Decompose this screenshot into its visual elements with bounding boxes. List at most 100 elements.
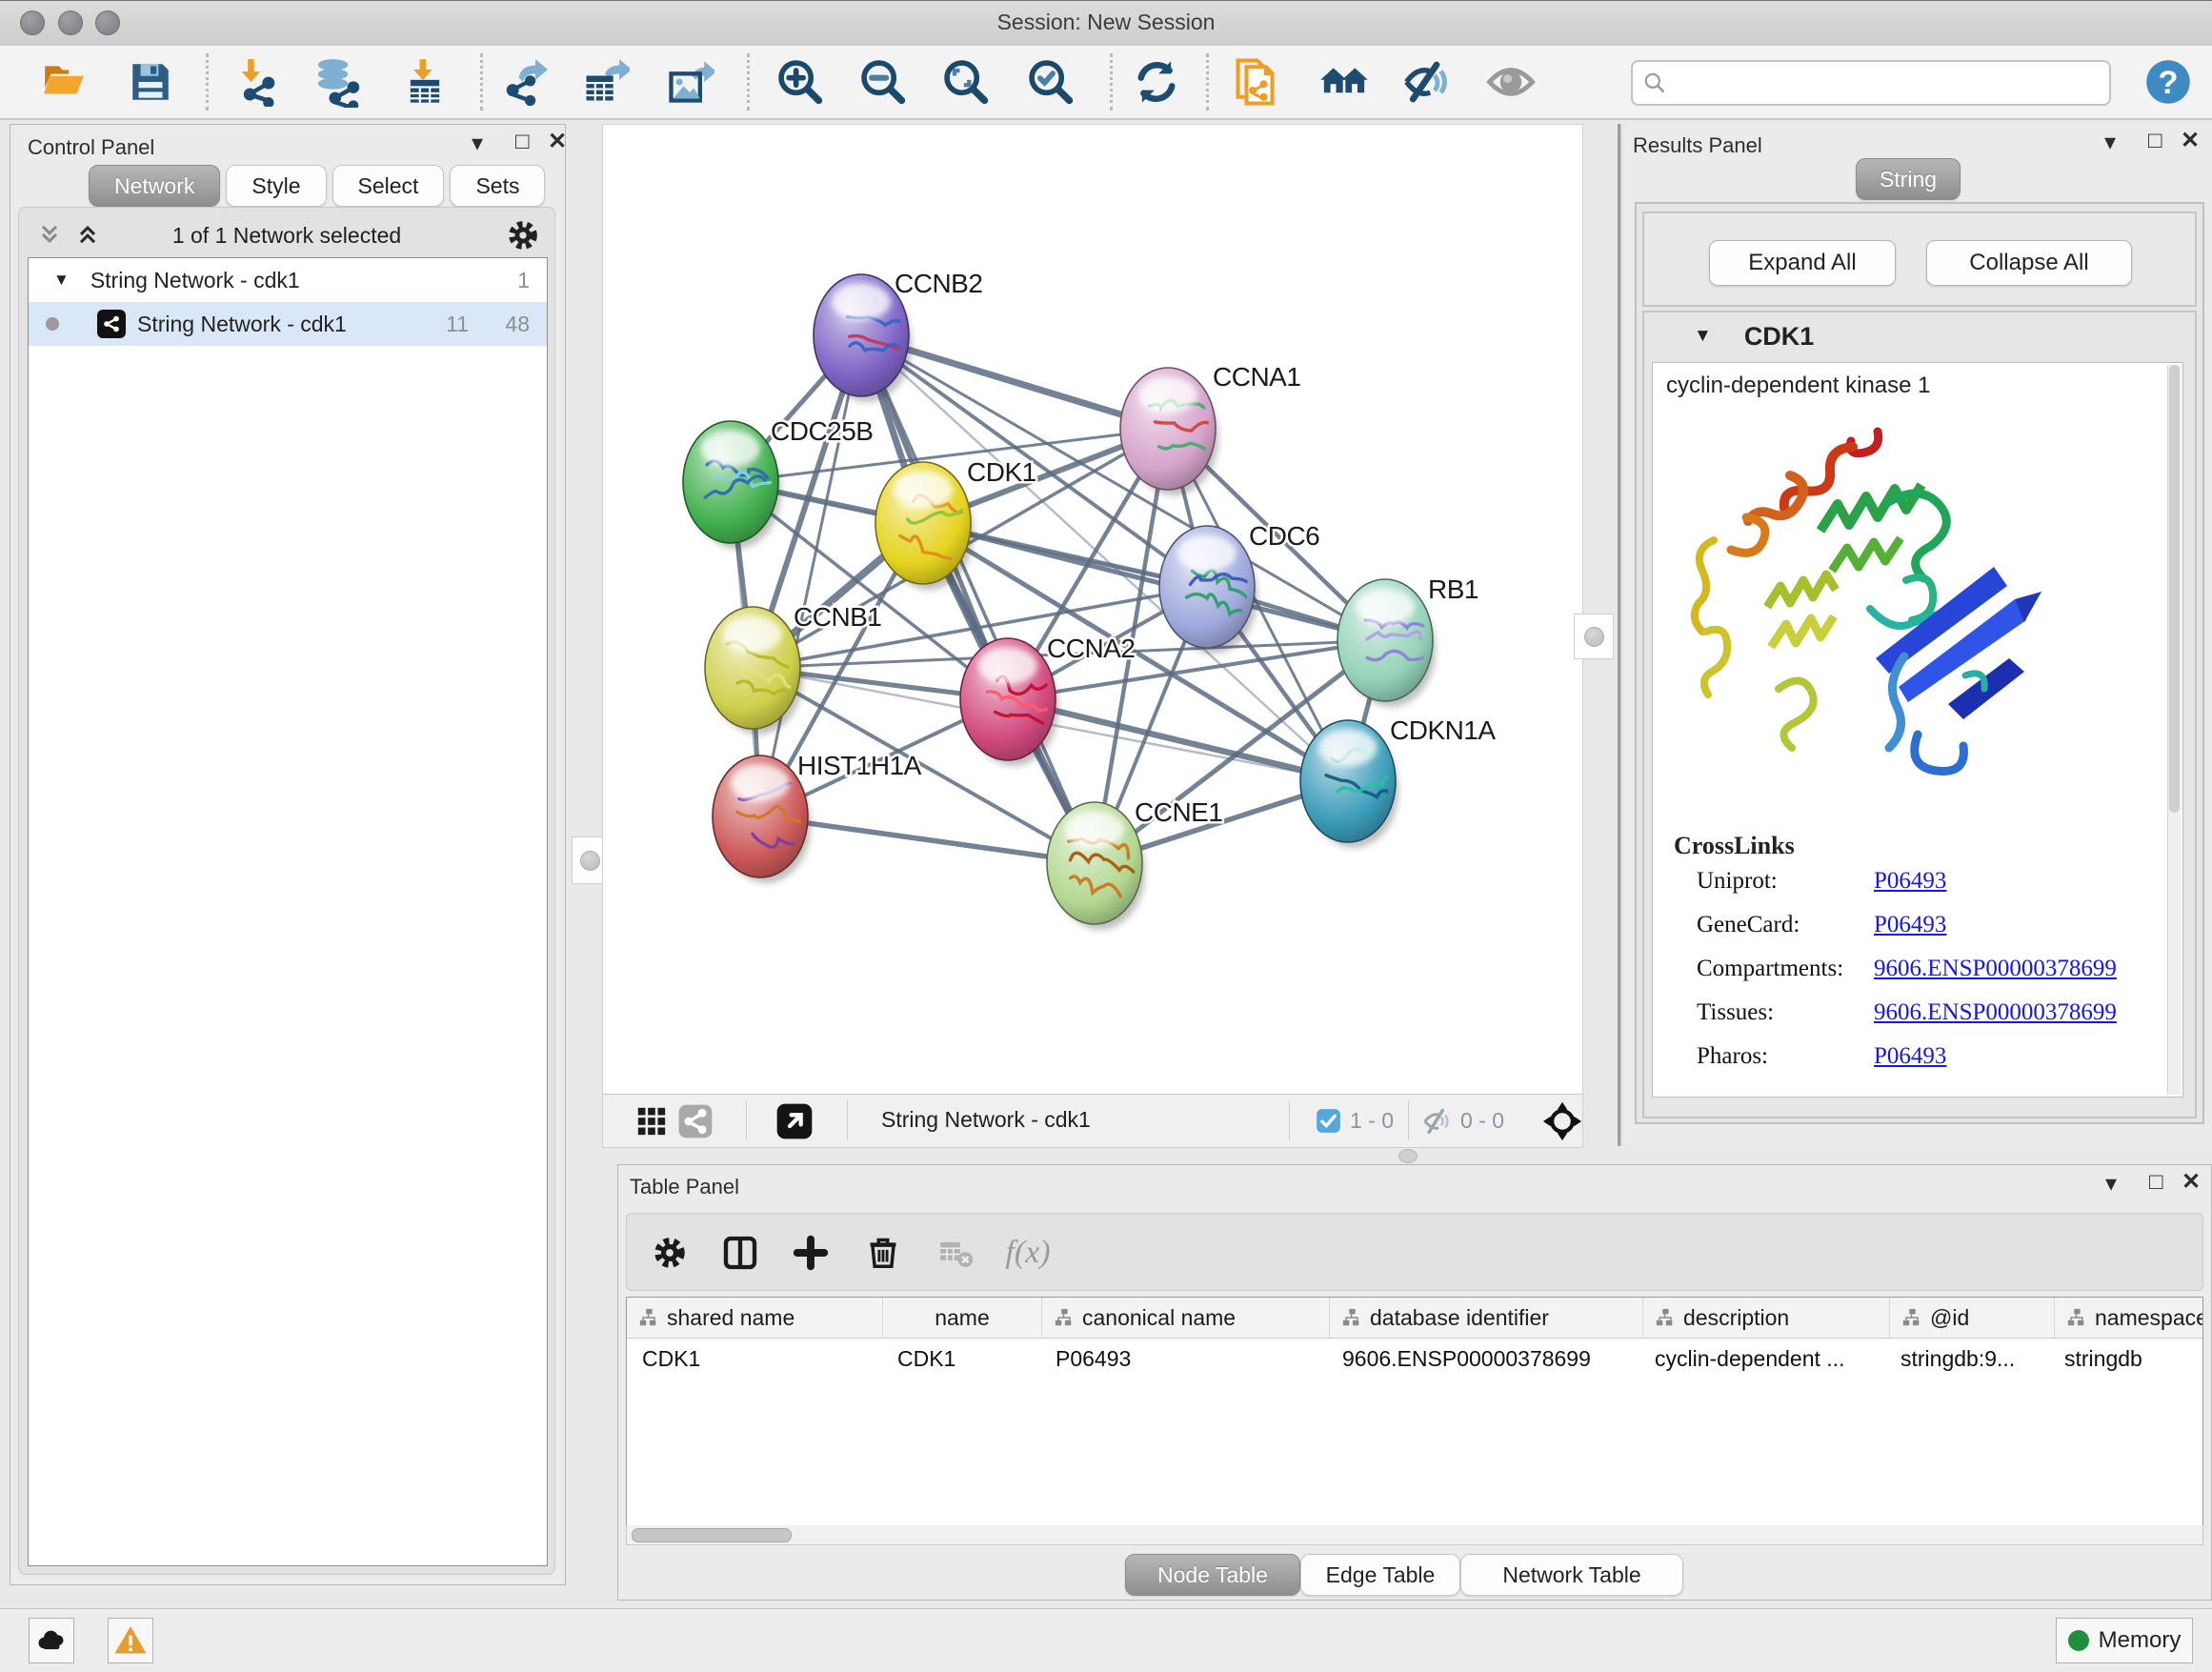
search-input[interactable]	[1667, 65, 2109, 101]
import-network-database-icon[interactable]	[311, 55, 364, 109]
tab-style[interactable]: Style	[226, 165, 326, 207]
table-cell[interactable]: stringdb	[2049, 1346, 2203, 1372]
right-splitter-handle[interactable]	[1574, 614, 1614, 659]
table-cell[interactable]: 9606.ENSP00000378699	[1327, 1346, 1639, 1372]
zoom-out-icon[interactable]	[856, 55, 910, 109]
network-edge-CCNB2-HIST1H1A[interactable]	[760, 335, 861, 816]
gene-section: ▼ CDK1 cyclin-dependent kinase 1	[1642, 311, 2197, 1118]
hide-selected-icon[interactable]	[1401, 55, 1455, 109]
network-edge-CCNB2-CCNE1[interactable]	[861, 335, 1095, 863]
function-builder-icon[interactable]: f(x)	[1006, 1231, 1050, 1275]
crosslink-link[interactable]: 9606.ENSP00000378699	[1874, 999, 2117, 1026]
network-node-CCNE1[interactable]	[1047, 802, 1145, 930]
panel-float-icon[interactable]: □	[2148, 130, 2162, 152]
hidden-eye-icon[interactable]	[1418, 1101, 1458, 1141]
selected-checkbox-icon[interactable]	[1316, 1108, 1341, 1138]
help-icon[interactable]: ?	[2142, 55, 2195, 109]
network-node-CDKN1A[interactable]	[1300, 720, 1398, 848]
table-toolbar: f(x)	[626, 1213, 2203, 1291]
column-header-shared-name[interactable]: shared name	[627, 1298, 883, 1338]
gene-section-header[interactable]: ▼ CDK1	[1644, 312, 2195, 360]
expand-collapse-bar: Expand All Collapse All	[1642, 212, 2197, 307]
crosslink-link[interactable]: P06493	[1874, 912, 1946, 938]
column-header--id[interactable]: @id	[1890, 1298, 2055, 1338]
refresh-icon[interactable]	[1130, 55, 1183, 109]
table-options-gear-icon[interactable]	[648, 1231, 692, 1275]
column-header-description[interactable]: description	[1643, 1298, 1890, 1338]
birds-eye-navigator-icon[interactable]	[1542, 1101, 1582, 1141]
show-columns-icon[interactable]	[718, 1231, 762, 1275]
tab-edge-table[interactable]: Edge Table	[1300, 1554, 1460, 1596]
import-network-file-icon[interactable]	[231, 55, 285, 109]
results-scrollbar[interactable]	[2167, 365, 2181, 1095]
warnings-button[interactable]	[108, 1618, 153, 1663]
network-collection-row[interactable]: ▼ String Network - cdk1 1	[29, 258, 547, 302]
import-table-file-icon[interactable]	[398, 55, 452, 109]
panel-collapse-icon[interactable]: ▾	[472, 132, 483, 155]
save-session-icon[interactable]	[124, 55, 177, 109]
panel-collapse-icon[interactable]: ▾	[2104, 131, 2116, 154]
crosslink-link[interactable]: P06493	[1874, 1043, 1946, 1070]
memory-status-dot	[2068, 1630, 2089, 1651]
network-view-canvas[interactable]: CCNB2CCNA1CDC25BCDK1CDC6RB1CCNB1CCNA2CDK…	[602, 124, 1583, 1096]
expand-all-button[interactable]: Expand All	[1709, 240, 1896, 286]
network-row[interactable]: String Network - cdk1 11 48	[29, 302, 547, 346]
column-header-name[interactable]: name	[883, 1298, 1042, 1338]
search-field[interactable]	[1631, 60, 2111, 106]
table-panel: Table Panel ▾ □ ✕ f(x) shared namenameca…	[617, 1164, 2212, 1601]
network-node-CDC6[interactable]	[1159, 526, 1257, 654]
column-header-namespace[interactable]: namespace	[2055, 1298, 2203, 1338]
tab-string[interactable]: String	[1856, 158, 1961, 200]
section-expander-icon[interactable]: ▼	[1694, 326, 1712, 347]
column-header-canonical-name[interactable]: canonical name	[1042, 1298, 1330, 1338]
table-horizontal-scrollbar[interactable]	[626, 1525, 2203, 1545]
zoom-in-icon[interactable]	[774, 55, 827, 109]
grid-view-icon[interactable]	[632, 1101, 672, 1141]
column-header-database-identifier[interactable]: database identifier	[1330, 1298, 1643, 1338]
table-row[interactable]: CDK1CDK1P064939606.ENSP00000378699cyclin…	[627, 1339, 2202, 1379]
panel-float-icon[interactable]: □	[515, 131, 530, 153]
collapse-all-button[interactable]: Collapse All	[1926, 240, 2132, 286]
tab-sets[interactable]: Sets	[450, 165, 545, 207]
node-label-HIST1H1A: HIST1H1A	[797, 751, 922, 780]
network-options-gear-icon[interactable]	[507, 219, 539, 256]
cloud-icon	[35, 1624, 68, 1657]
table-cell[interactable]: CDK1	[882, 1346, 1040, 1372]
panel-close-icon[interactable]: ✕	[548, 131, 567, 153]
cloud-status-button[interactable]	[29, 1618, 74, 1663]
export-network-icon[interactable]	[496, 55, 550, 109]
tab-node-table[interactable]: Node Table	[1125, 1554, 1300, 1596]
delete-column-trash-icon[interactable]	[861, 1231, 905, 1275]
create-column-plus-icon[interactable]	[789, 1231, 833, 1275]
tab-network[interactable]: Network	[89, 165, 220, 207]
zoom-fit-icon[interactable]	[939, 55, 993, 109]
horizontal-splitter-handle[interactable]	[1398, 1149, 1418, 1163]
home-pages-icon[interactable]	[1317, 55, 1371, 109]
panel-close-icon[interactable]: ✕	[2182, 1171, 2201, 1194]
table-cell[interactable]: CDK1	[627, 1346, 882, 1372]
table-cell[interactable]: cyclin-dependent ...	[1639, 1346, 1885, 1372]
scrollbar-thumb[interactable]	[632, 1528, 792, 1542]
detach-view-icon[interactable]	[774, 1101, 814, 1141]
table-cell[interactable]: P06493	[1040, 1346, 1327, 1372]
table-cell[interactable]: stringdb:9...	[1885, 1346, 2049, 1372]
tab-network-table[interactable]: Network Table	[1460, 1554, 1683, 1596]
memory-button[interactable]: Memory	[2056, 1618, 2193, 1663]
collection-expander-icon[interactable]: ▼	[53, 271, 70, 290]
open-file-network-icon[interactable]	[1233, 55, 1286, 109]
panel-close-icon[interactable]: ✕	[2181, 130, 2200, 152]
panel-float-icon[interactable]: □	[2149, 1171, 2163, 1194]
export-image-icon[interactable]	[663, 55, 716, 109]
panel-collapse-icon[interactable]: ▾	[2105, 1173, 2117, 1196]
crosslink-link[interactable]: 9606.ENSP00000378699	[1874, 956, 2117, 982]
delete-table-icon[interactable]	[934, 1231, 977, 1275]
crosslink-label: Tissues:	[1697, 999, 1774, 1026]
zoom-selected-icon[interactable]	[1024, 55, 1077, 109]
crosslink-link[interactable]: P06493	[1874, 868, 1946, 895]
export-table-icon[interactable]	[578, 55, 632, 109]
network-share-view-icon[interactable]	[675, 1101, 715, 1141]
show-all-icon[interactable]	[1484, 55, 1538, 109]
footer-separator	[847, 1100, 848, 1140]
tab-select[interactable]: Select	[332, 165, 445, 207]
open-session-icon[interactable]	[38, 55, 91, 109]
